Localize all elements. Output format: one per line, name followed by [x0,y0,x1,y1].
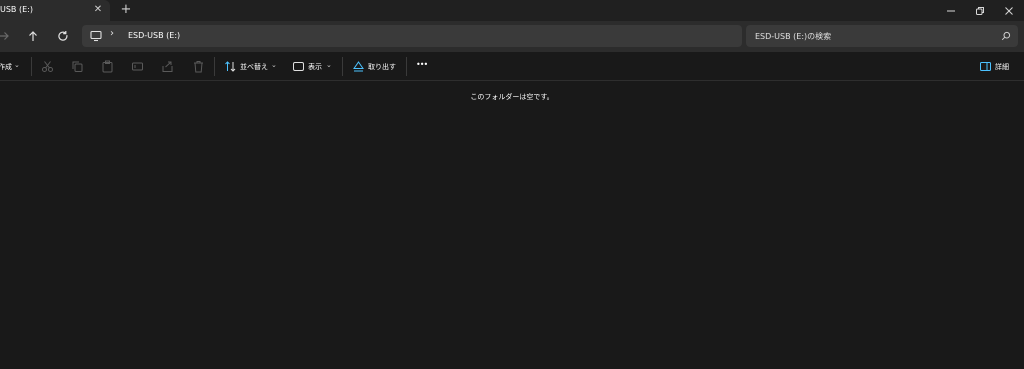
toolbar-divider [406,57,407,76]
search-box[interactable]: ESD-USB (E:)の検索 [746,25,1018,47]
tab-bar: USB (E:) ✕ + [0,0,1024,21]
eject-button[interactable]: 取り出す [368,62,396,72]
more-options-icon[interactable]: ••• [416,60,428,69]
address-bar[interactable]: › ESD-USB (E:) [82,25,742,47]
command-bar: 作成 ⌄ 並べ替え ⌄ 表示 ⌄ 取り出す ••• 詳細 [0,52,1024,81]
forward-button[interactable] [0,28,12,44]
sort-icon[interactable] [224,60,237,73]
minimize-button[interactable] [936,0,966,21]
details-button[interactable]: 詳細 [995,62,1009,72]
monitor-icon [90,30,102,42]
sort-button[interactable]: 並べ替え [240,62,268,72]
details-pane-icon[interactable] [979,60,992,73]
eject-icon[interactable] [352,60,365,73]
arrow-up-icon [29,31,37,41]
view-icon[interactable] [292,60,305,73]
paste-icon[interactable] [101,60,114,73]
refresh-icon [58,31,68,41]
minimize-icon [947,10,955,11]
file-list-area[interactable] [0,82,1024,369]
rename-icon[interactable] [131,60,144,73]
chevron-down-icon: ⌄ [14,61,20,69]
delete-icon[interactable] [192,60,205,73]
new-tab-button[interactable]: + [119,3,133,17]
new-button[interactable]: 作成 [0,62,12,72]
close-window-button[interactable] [994,0,1024,21]
chevron-down-icon: ⌄ [326,61,332,69]
up-button[interactable] [25,28,41,44]
arrow-right-icon [0,32,9,40]
share-icon[interactable] [161,60,174,73]
tab-esd-usb[interactable]: USB (E:) ✕ [0,0,110,21]
search-placeholder: ESD-USB (E:)の検索 [755,32,832,41]
copy-icon[interactable] [71,60,84,73]
tab-title: USB (E:) [0,5,33,14]
search-icon[interactable] [1001,31,1011,41]
toolbar-divider [342,57,343,76]
navigation-bar: › ESD-USB (E:) ESD-USB (E:)の検索 [0,21,1024,52]
close-icon [1005,6,1013,15]
refresh-button[interactable] [55,28,71,44]
toolbar-divider [214,57,215,76]
restore-button[interactable] [965,0,995,21]
restore-icon [976,6,984,15]
chevron-down-icon: ⌄ [271,61,277,69]
breadcrumb-drive[interactable]: ESD-USB (E:) [128,31,180,40]
cut-icon[interactable] [41,60,54,73]
empty-folder-message: このフォルダーは空です。 [470,93,554,101]
tab-close-icon[interactable]: ✕ [92,4,104,16]
breadcrumb-separator[interactable]: › [110,28,114,39]
view-button[interactable]: 表示 [308,62,322,72]
toolbar-divider [31,57,32,76]
